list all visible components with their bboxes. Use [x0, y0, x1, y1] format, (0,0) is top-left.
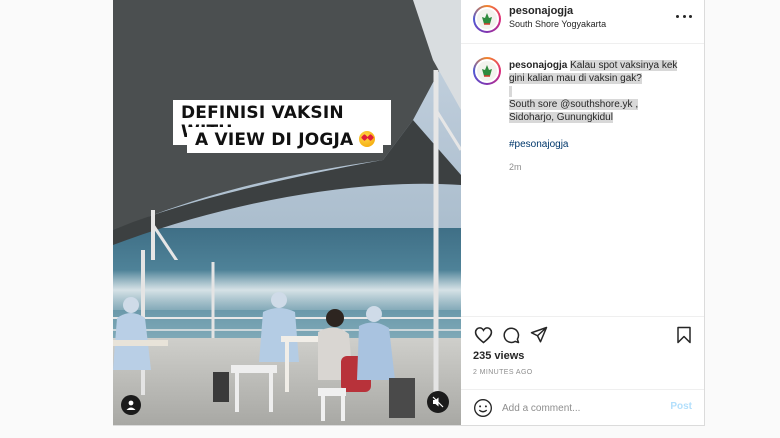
view-count[interactable]: 235 views	[473, 350, 524, 362]
post-actions: 235 views 2 MINUTES AGO Post	[461, 316, 704, 426]
mute-toggle-button[interactable]	[427, 391, 449, 413]
header-avatar-ring	[475, 7, 499, 31]
post-timestamp: 2 MINUTES AGO	[473, 369, 533, 376]
add-comment-bar: Post	[461, 389, 704, 427]
more-dot	[689, 14, 692, 18]
caption-time: 2m	[509, 162, 522, 172]
bookmark-icon	[677, 326, 691, 344]
send-icon	[530, 326, 548, 343]
caption-blank-highlight	[509, 86, 512, 97]
more-horizontal-icon	[676, 14, 679, 18]
caption-line-3-wrap: South sore @southshore.yk ,	[509, 98, 689, 111]
tagged-users-button[interactable]	[121, 395, 141, 415]
header-username[interactable]: pesonajogja	[509, 5, 573, 17]
heart-icon	[474, 327, 492, 344]
like-button[interactable]	[473, 325, 493, 345]
caption-username[interactable]: pesonajogja	[509, 60, 567, 71]
video-people	[113, 240, 461, 421]
more-options-button[interactable]	[676, 10, 692, 22]
smiley-icon[interactable]	[473, 398, 493, 418]
video-caption-line-2: A VIEW DI JOGJA	[187, 127, 384, 153]
caption-text-line-2: gini kalian mau di vaksin gak?	[509, 73, 642, 84]
caption-line-4-wrap: Sidoharjo, Gunungkidul	[509, 111, 689, 124]
caption-text-line-1: Kalau spot vaksinya kek	[570, 60, 678, 71]
more-dot	[682, 14, 686, 18]
pesonajogja-logo-icon	[477, 9, 497, 29]
caption-hashtag[interactable]: #pesonajogja	[509, 139, 569, 150]
video-caption-line-2-text: A VIEW DI JOGJA	[195, 130, 354, 150]
caption-area: pesonajogja Kalau spot vaksinya kek gini…	[461, 44, 704, 314]
header-avatar[interactable]	[473, 5, 501, 33]
comment-icon	[503, 327, 520, 344]
comment-button[interactable]	[501, 325, 521, 345]
header-location[interactable]: South Shore Yogyakarta	[509, 19, 606, 29]
post-comment-button[interactable]: Post	[670, 401, 692, 412]
caption-avatar[interactable]	[473, 57, 501, 85]
pesonajogja-logo-icon	[477, 61, 497, 81]
post-side-panel: pesonajogja South Shore Yogyakarta peson…	[461, 0, 704, 425]
instagram-post: DEFINISI VAKSIN WITH A VIEW DI JOGJA	[113, 0, 705, 426]
post-video[interactable]: DEFINISI VAKSIN WITH A VIEW DI JOGJA	[113, 0, 461, 425]
comment-input[interactable]	[502, 399, 662, 417]
caption-text: pesonajogja Kalau spot vaksinya kek gini…	[509, 59, 689, 124]
user-icon	[126, 400, 136, 410]
caption-line-2-wrap: gini kalian mau di vaksin gak?	[509, 72, 689, 85]
speaker-muted-icon	[432, 396, 444, 408]
caption-avatar-ring	[475, 59, 499, 83]
caption-blank-line	[509, 85, 689, 98]
post-header: pesonajogja South Shore Yogyakarta	[461, 0, 704, 44]
share-button[interactable]	[529, 325, 549, 345]
caption-first-line: pesonajogja Kalau spot vaksinya kek	[509, 59, 689, 72]
save-button[interactable]	[674, 325, 694, 345]
caption-text-line-4: Sidoharjo, Gunungkidul	[509, 112, 613, 123]
caption-text-line-3: South sore @southshore.yk ,	[509, 99, 639, 110]
heart-eyes-emoji-icon	[359, 131, 376, 147]
